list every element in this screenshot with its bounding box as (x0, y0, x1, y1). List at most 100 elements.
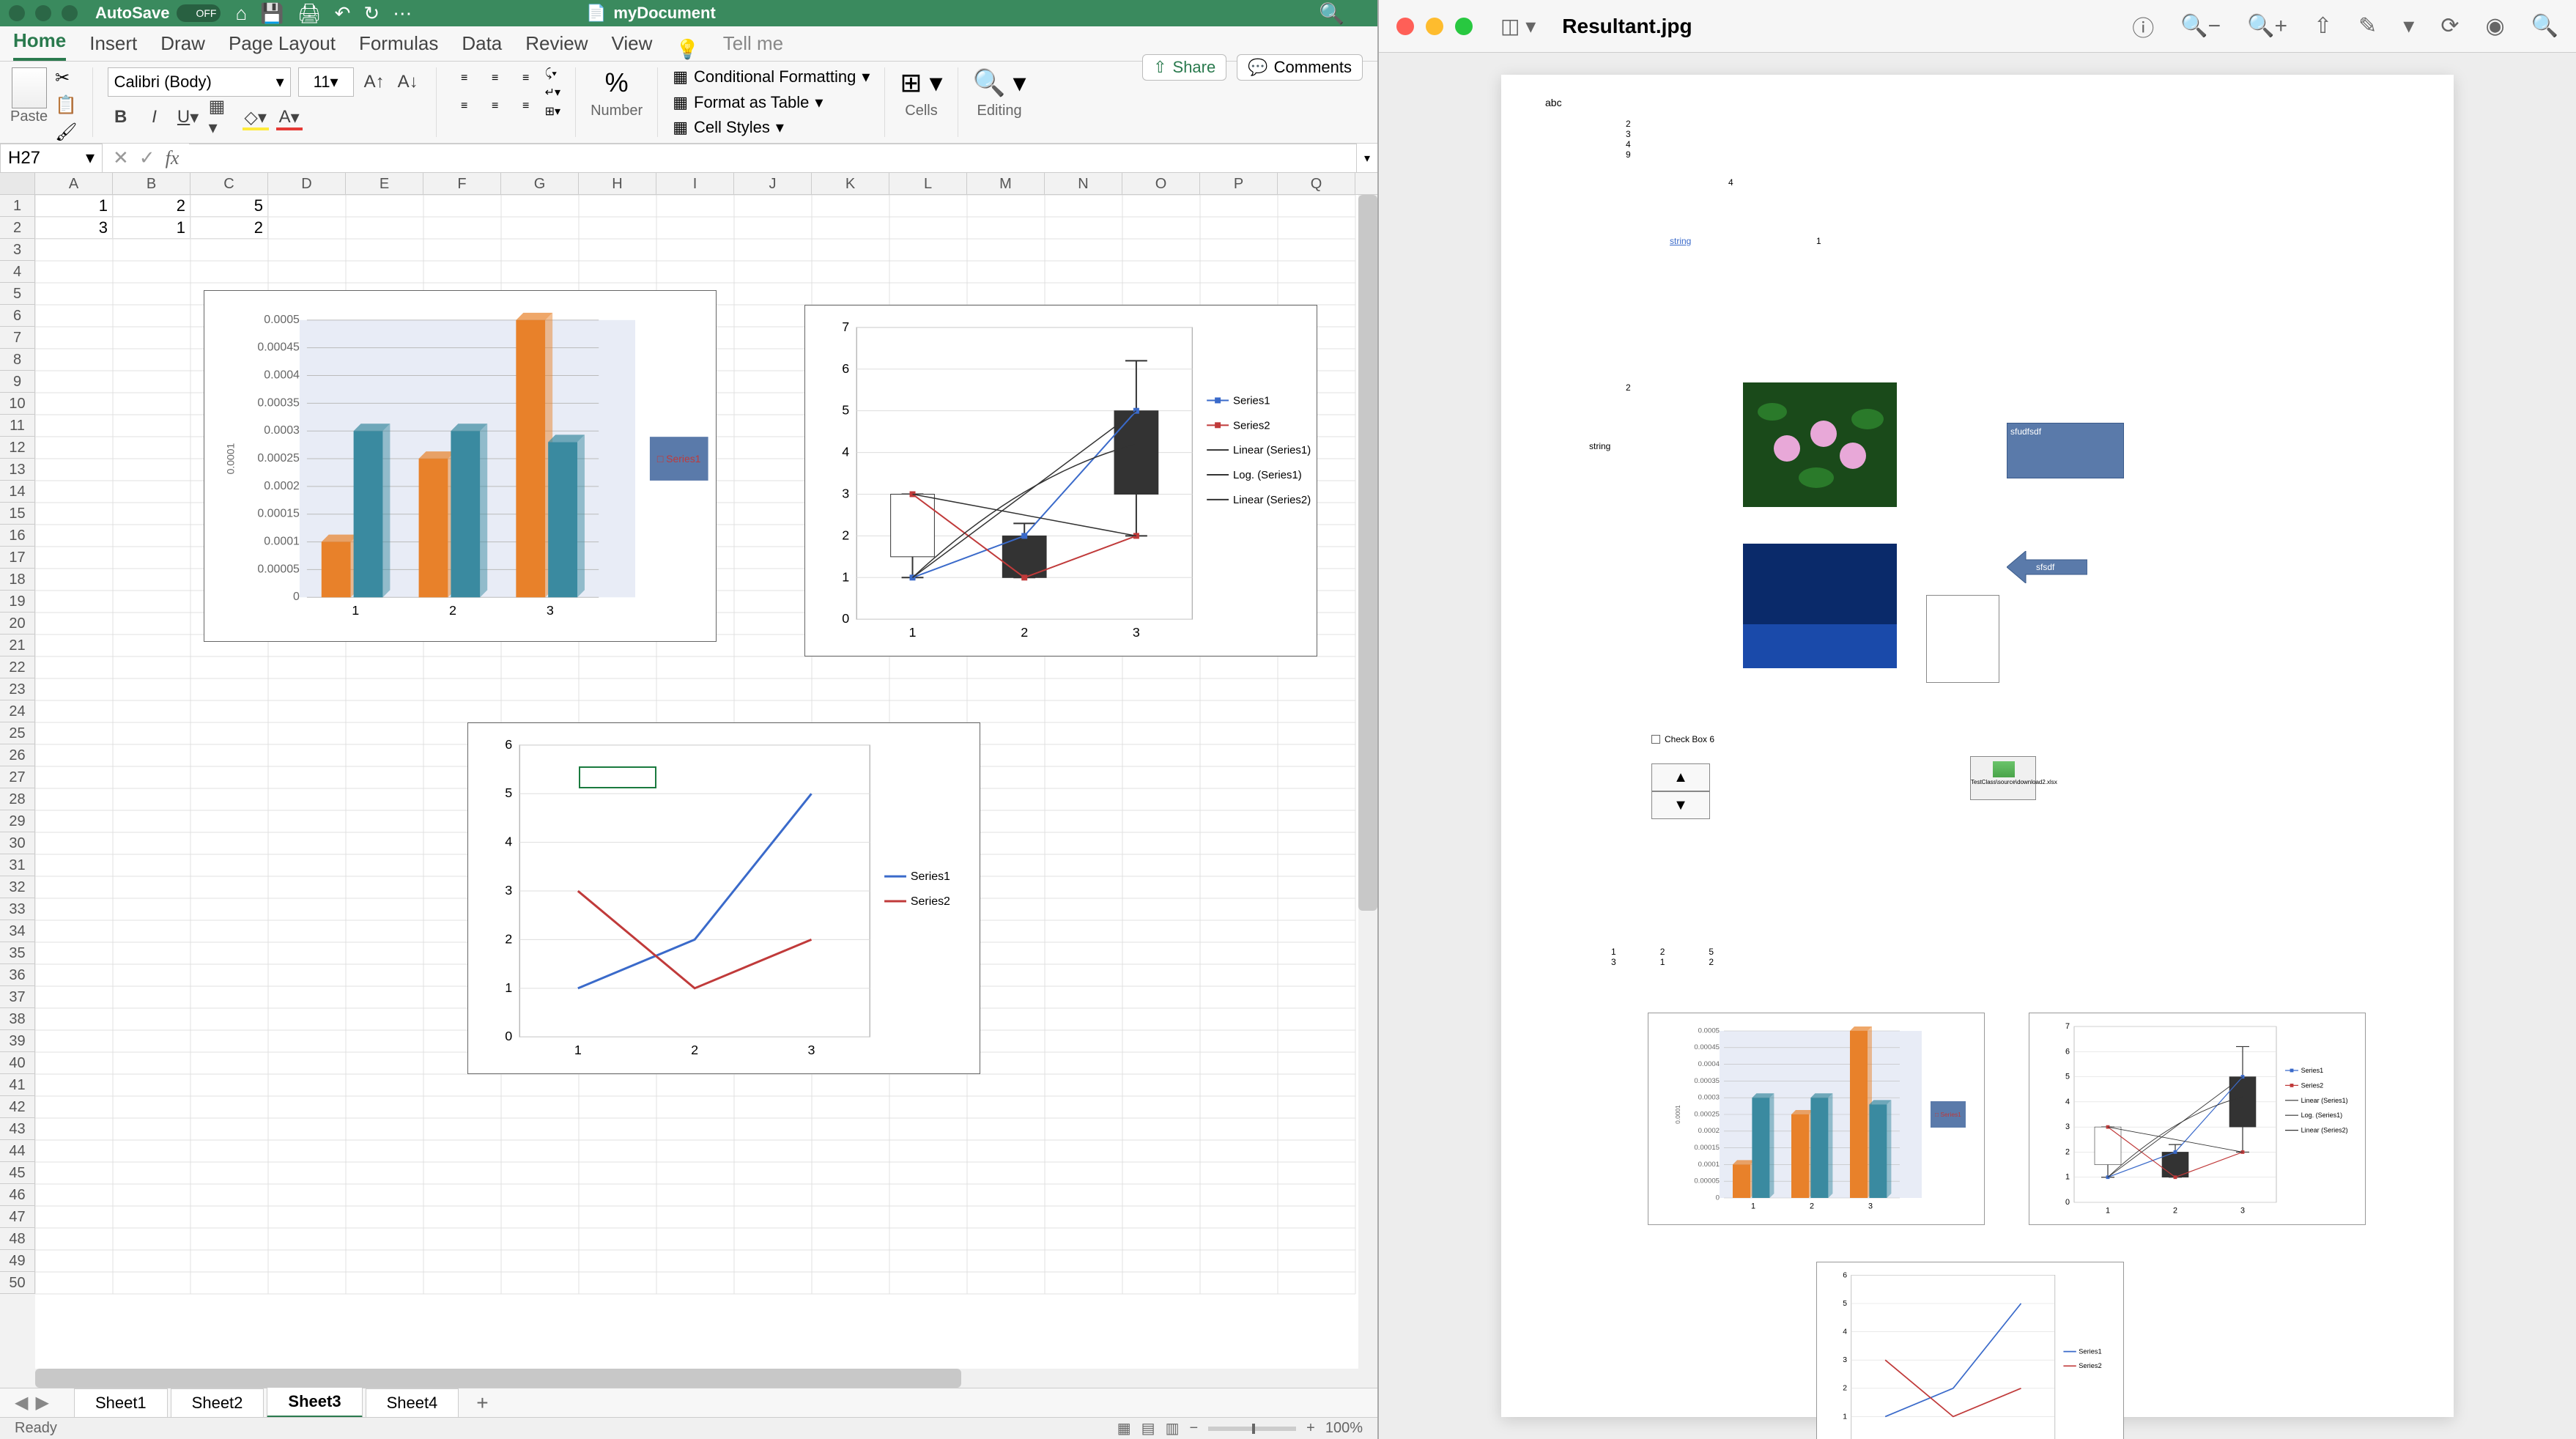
data-cell[interactable]: 3 (35, 217, 113, 239)
cells-icon[interactable]: ⊞ ▾ (900, 67, 942, 98)
tab-formulas[interactable]: Formulas (359, 26, 438, 61)
data-cell[interactable]: 2 (190, 217, 268, 239)
search-icon[interactable]: 🔍 (2531, 13, 2558, 39)
data-cell[interactable]: 2 (113, 195, 190, 217)
row-header[interactable]: 48 (0, 1228, 35, 1250)
copy-icon[interactable]: 📋 (55, 95, 77, 116)
row-header[interactable]: 14 (0, 481, 35, 503)
row-header[interactable]: 6 (0, 305, 35, 327)
tell-me[interactable]: Tell me (723, 26, 783, 61)
cell-styles[interactable]: ▦Cell Styles ▾ (673, 118, 784, 137)
row-header[interactable]: 34 (0, 920, 35, 942)
row-header[interactable]: 24 (0, 700, 35, 722)
row-header[interactable]: 35 (0, 942, 35, 964)
tab-review[interactable]: Review (525, 26, 588, 61)
row-header[interactable]: 40 (0, 1052, 35, 1074)
merge-icon[interactable]: ⊞▾ (545, 104, 560, 119)
row-header[interactable]: 46 (0, 1184, 35, 1206)
rotate-icon[interactable]: ⟳ (2440, 13, 2459, 39)
row-header[interactable]: 30 (0, 832, 35, 854)
data-cell[interactable]: 1 (113, 217, 190, 239)
row-header[interactable]: 26 (0, 744, 35, 766)
cells-area[interactable]: 00.000050.00010.000150.00020.000250.0003… (35, 195, 1377, 1388)
conditional-formatting[interactable]: ▦Conditional Formatting ▾ (673, 67, 870, 86)
tab-draw[interactable]: Draw (160, 26, 205, 61)
font-color-button[interactable]: A ▾ (276, 104, 303, 130)
col-header[interactable]: J (734, 173, 812, 194)
window-controls[interactable] (9, 5, 78, 21)
row-header[interactable]: 16 (0, 525, 35, 547)
row-header[interactable]: 31 (0, 854, 35, 876)
select-all-corner[interactable] (0, 173, 35, 194)
chevron-down-icon[interactable]: ▾ (2403, 13, 2414, 39)
underline-button[interactable]: U ▾ (175, 104, 201, 130)
row-header[interactable]: 23 (0, 678, 35, 700)
row-header[interactable]: 33 (0, 898, 35, 920)
info-icon[interactable]: ⓘ (2132, 10, 2154, 42)
chart-line2[interactable]: 0123456123Series1Series2 (467, 722, 980, 1074)
sheet-nav-prev[interactable]: ◀ (15, 1392, 28, 1413)
col-header[interactable]: F (423, 173, 501, 194)
col-header[interactable]: H (579, 173, 656, 194)
view-normal-icon[interactable]: ▦ (1117, 1419, 1131, 1438)
row-header[interactable]: 11 (0, 415, 35, 437)
cancel-formula-icon[interactable]: ✕ (113, 147, 129, 169)
row-header[interactable]: 39 (0, 1030, 35, 1052)
row-header[interactable]: 2 (0, 217, 35, 239)
col-header[interactable]: P (1200, 173, 1278, 194)
align-bottom[interactable]: ≡ (513, 67, 539, 89)
align-top[interactable]: ≡ (451, 67, 478, 89)
sidebar-toggle-icon[interactable]: ◫ ▾ (1500, 14, 1536, 38)
row-header[interactable]: 28 (0, 788, 35, 810)
save-icon[interactable]: 💾 (260, 2, 284, 25)
italic-button[interactable]: I (141, 104, 168, 130)
row-header[interactable]: 4 (0, 261, 35, 283)
format-painter-icon[interactable]: 🖌 (55, 122, 77, 143)
chart-boxline[interactable]: 01234567123Series1Series2Linear (Series1… (804, 305, 1317, 656)
row-header[interactable]: 29 (0, 810, 35, 832)
tab-home[interactable]: Home (13, 23, 66, 61)
preview-window-controls[interactable] (1396, 18, 1473, 35)
sheet-tab-4[interactable]: Sheet4 (366, 1388, 459, 1418)
align-middle[interactable]: ≡ (482, 67, 508, 89)
row-header[interactable]: 44 (0, 1140, 35, 1162)
tab-page-layout[interactable]: Page Layout (229, 26, 336, 61)
row-header[interactable]: 8 (0, 349, 35, 371)
highlight-icon[interactable]: ◉ (2485, 13, 2504, 39)
window-zoom[interactable] (62, 5, 78, 21)
window-minimize[interactable] (1426, 18, 1443, 35)
row-header[interactable]: 49 (0, 1250, 35, 1272)
share-button[interactable]: ⇧Share (1142, 54, 1226, 81)
row-header[interactable]: 32 (0, 876, 35, 898)
chart-bar3d[interactable]: 00.000050.00010.000150.00020.000250.0003… (204, 290, 717, 642)
row-header[interactable]: 22 (0, 656, 35, 678)
row-header[interactable]: 25 (0, 722, 35, 744)
row-header[interactable]: 36 (0, 964, 35, 986)
row-header[interactable]: 42 (0, 1096, 35, 1118)
row-header[interactable]: 1 (0, 195, 35, 217)
autosave-toggle[interactable]: OFF (177, 4, 221, 22)
format-as-table[interactable]: ▦Format as Table ▾ (673, 93, 823, 112)
view-layout-icon[interactable]: ▤ (1141, 1419, 1155, 1438)
sheet-tab-3[interactable]: Sheet3 (267, 1387, 362, 1418)
row-header[interactable]: 7 (0, 327, 35, 349)
window-minimize[interactable] (35, 5, 51, 21)
paste-icon[interactable] (12, 67, 47, 108)
spreadsheet-grid[interactable]: ABCDEFGHIJKLMNOPQ 1234567891011121314151… (0, 173, 1377, 1388)
zoom-slider[interactable] (1208, 1427, 1296, 1431)
wrap-text-icon[interactable]: ↵▾ (545, 85, 560, 100)
zoom-out-icon[interactable]: 🔍− (2180, 13, 2221, 39)
row-header[interactable]: 37 (0, 986, 35, 1008)
align-center[interactable]: ≡ (482, 95, 508, 117)
row-header[interactable]: 21 (0, 635, 35, 656)
col-header[interactable]: M (967, 173, 1045, 194)
align-right[interactable]: ≡ (513, 95, 539, 117)
search-icon[interactable]: 🔍 (1319, 1, 1344, 26)
col-header[interactable]: A (35, 173, 113, 194)
col-header[interactable]: N (1045, 173, 1122, 194)
formula-expand-icon[interactable]: ▾ (1357, 151, 1377, 166)
col-header[interactable]: O (1122, 173, 1200, 194)
bold-button[interactable]: B (108, 104, 134, 130)
print-icon[interactable]: 🖨 (297, 2, 322, 25)
row-header[interactable]: 17 (0, 547, 35, 569)
